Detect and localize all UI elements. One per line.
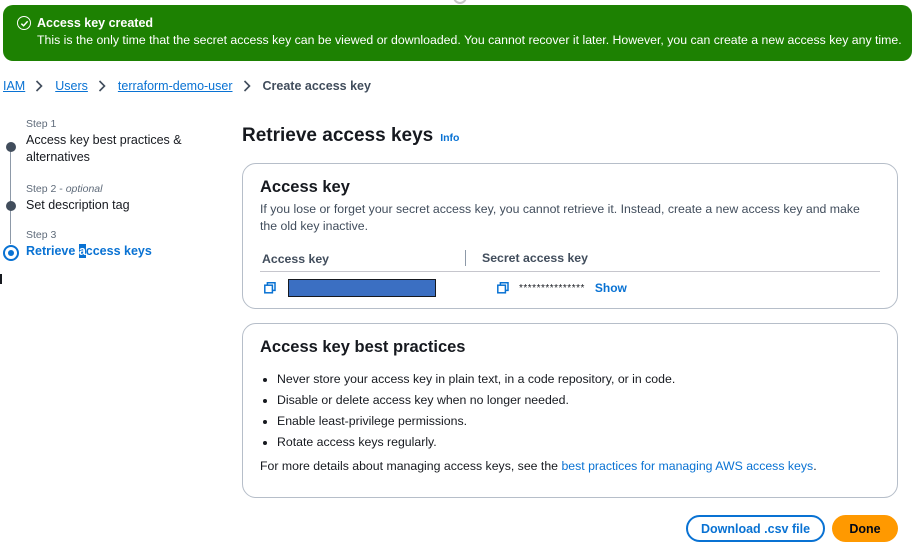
step-dot <box>6 201 16 211</box>
list-item: Never store your access key in plain tex… <box>277 371 880 387</box>
chevron-right-icon <box>35 79 45 93</box>
chevron-right-icon <box>243 79 253 93</box>
key-row: *************** Show <box>260 272 880 304</box>
show-secret-link[interactable]: Show <box>595 281 627 295</box>
copy-icon[interactable] <box>264 282 276 294</box>
key-table-header: Access key Secret access key <box>260 246 880 272</box>
best-practices-link[interactable]: best practices for managing AWS access k… <box>561 459 813 473</box>
more-details-text: For more details about managing access k… <box>260 459 817 473</box>
breadcrumb-current: Create access key <box>262 79 371 93</box>
step-dot-active <box>3 245 19 261</box>
secret-key-mask: *************** <box>519 282 585 294</box>
breadcrumb: IAM Users terraform-demo-user Create acc… <box>3 79 371 93</box>
banner-message: This is the only time that the secret ac… <box>37 33 902 47</box>
access-key-card: Access key If you lose or forget your se… <box>242 163 898 309</box>
done-button[interactable]: Done <box>832 515 898 542</box>
list-item: Rotate access keys regularly. <box>277 434 880 450</box>
success-banner: Access key created This is the only time… <box>3 5 912 61</box>
card-title: Access key <box>260 178 350 196</box>
step-number: Step 1 <box>26 118 57 130</box>
list-item: Disable or delete access key when no lon… <box>277 392 880 408</box>
step-2[interactable]: Step 2 - optional Set description tag <box>0 183 200 214</box>
edge-marker <box>0 274 2 284</box>
copy-icon[interactable] <box>497 282 509 294</box>
column-secret-key: Secret access key <box>465 250 588 266</box>
top-decoration <box>453 0 467 4</box>
card-title: Access key best practices <box>260 338 466 356</box>
breadcrumb-users[interactable]: Users <box>55 79 88 93</box>
breadcrumb-iam[interactable]: IAM <box>3 79 25 93</box>
banner-title: Access key created <box>37 16 154 30</box>
step-title: Set description tag <box>26 198 130 212</box>
download-csv-button[interactable]: Download .csv file <box>686 515 825 542</box>
breadcrumb-user[interactable]: terraform-demo-user <box>118 79 233 93</box>
list-item: Enable least-privilege permissions. <box>277 413 880 429</box>
step-title: Retrieve access keys <box>26 244 152 258</box>
step-number: Step 3 <box>26 229 57 241</box>
page-title: Retrieve access keys Info <box>242 125 460 146</box>
step-title: Access key best practices & alternatives <box>26 133 182 164</box>
step-dot <box>6 142 16 152</box>
wizard-steps: Step 1 Access key best practices & alter… <box>0 112 200 261</box>
card-description: If you lose or forget your secret access… <box>260 202 860 233</box>
column-access-key: Access key <box>262 251 330 266</box>
best-practices-list: Never store your access key in plain tex… <box>260 371 880 450</box>
best-practices-card: Access key best practices Never store yo… <box>242 323 898 498</box>
step-number: Step 2 - optional <box>26 183 103 195</box>
chevron-right-icon <box>98 79 108 93</box>
check-circle-icon <box>17 16 31 30</box>
step-3[interactable]: Step 3 Retrieve access keys <box>0 229 200 261</box>
info-link[interactable]: Info <box>440 132 459 144</box>
access-key-value-redacted <box>288 279 436 297</box>
secret-key-cell: *************** Show <box>493 281 627 295</box>
step-1[interactable]: Step 1 Access key best practices & alter… <box>0 118 200 166</box>
